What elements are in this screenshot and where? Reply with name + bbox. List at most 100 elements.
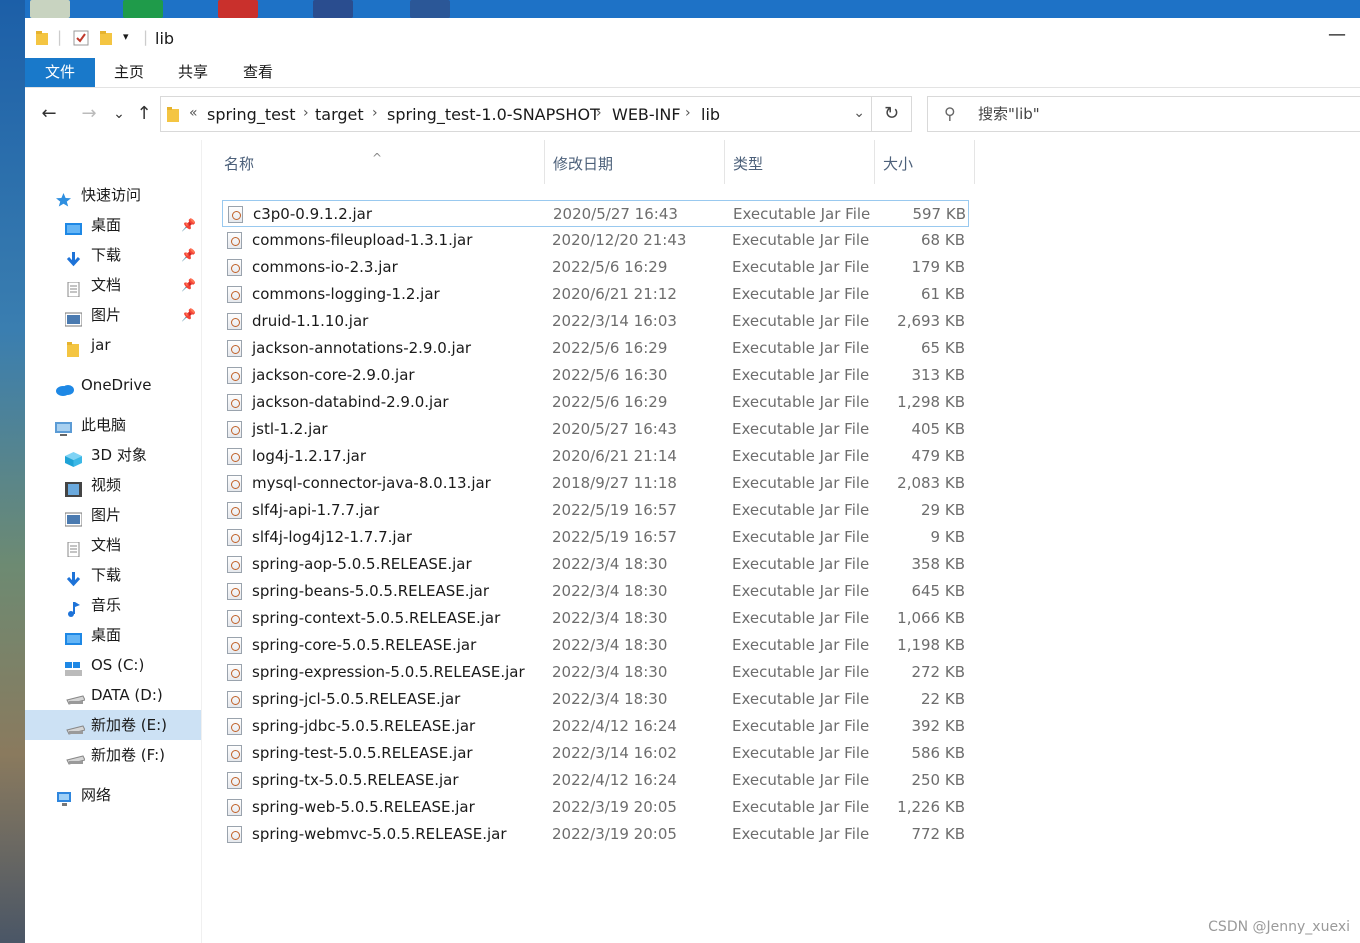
sidebar-item[interactable]: 快速访问 bbox=[25, 180, 201, 210]
sidebar-item[interactable]: 下载 📌 bbox=[25, 240, 201, 270]
sidebar-item[interactable]: OneDrive bbox=[25, 370, 201, 400]
jar-file-icon bbox=[227, 610, 242, 627]
breadcrumb-item[interactable]: spring_test bbox=[207, 105, 296, 124]
picture-icon bbox=[64, 507, 83, 527]
breadcrumb-chevron-icon[interactable]: › bbox=[685, 105, 691, 121]
pin-icon[interactable]: 📌 bbox=[181, 210, 196, 240]
sidebar-item[interactable]: 音乐 bbox=[25, 590, 201, 620]
column-header-name[interactable]: 名称 ^ bbox=[202, 140, 545, 184]
breadcrumb-item[interactable]: spring_test-1.0-SNAPSHOT bbox=[387, 105, 600, 124]
file-row[interactable]: jackson-databind-2.9.0.jar 2022/5/6 16:29… bbox=[222, 389, 969, 416]
pin-icon[interactable]: 📌 bbox=[181, 270, 196, 300]
file-row[interactable]: spring-beans-5.0.5.RELEASE.jar 2022/3/4 1… bbox=[222, 578, 969, 605]
tab-home[interactable]: 主页 bbox=[109, 58, 149, 87]
breadcrumb-item[interactable]: target bbox=[315, 105, 364, 124]
recent-locations-button[interactable]: ⌄ bbox=[107, 102, 131, 126]
sidebar-item[interactable]: 文档 bbox=[25, 530, 201, 560]
search-box[interactable]: ⚲ bbox=[927, 96, 1360, 132]
file-row[interactable]: commons-io-2.3.jar 2022/5/6 16:29 Executab… bbox=[222, 254, 969, 281]
file-row[interactable]: jackson-annotations-2.9.0.jar 2022/5/6 16… bbox=[222, 335, 969, 362]
file-row[interactable]: spring-expression-5.0.5.RELEASE.jar 2022/… bbox=[222, 659, 969, 686]
file-row[interactable]: spring-jdbc-5.0.5.RELEASE.jar 2022/4/12 1… bbox=[222, 713, 969, 740]
file-date: 2022/3/4 18:30 bbox=[552, 636, 668, 654]
up-button[interactable]: ↑ bbox=[132, 102, 156, 126]
file-row[interactable]: c3p0-0.9.1.2.jar 2020/5/27 16:43 Executabl… bbox=[222, 200, 969, 227]
tab-file[interactable]: 文件 bbox=[25, 58, 95, 87]
sidebar-item[interactable]: 新加卷 (F:) bbox=[25, 740, 201, 770]
file-row[interactable]: spring-core-5.0.5.RELEASE.jar 2022/3/4 18… bbox=[222, 632, 969, 659]
file-row[interactable]: spring-webmvc-5.0.5.RELEASE.jar 2022/3/19… bbox=[222, 821, 969, 848]
minimize-button[interactable]: — bbox=[1314, 18, 1360, 58]
sidebar-item[interactable]: 图片 📌 bbox=[25, 300, 201, 330]
breadcrumb-chevron-icon[interactable]: › bbox=[372, 105, 378, 121]
file-type: Executable Jar File bbox=[732, 501, 870, 519]
sidebar-item[interactable]: DATA (D:) bbox=[25, 680, 201, 710]
file-name: jackson-annotations-2.9.0.jar bbox=[252, 339, 472, 357]
jar-file-icon bbox=[227, 772, 242, 789]
address-bar[interactable]: « spring_test › target › spring_test-1.0… bbox=[160, 96, 872, 132]
file-type: Executable Jar File bbox=[732, 258, 870, 276]
desktop-shortcut-icon[interactable] bbox=[313, 0, 353, 18]
file-row[interactable]: commons-logging-1.2.jar 2020/6/21 21:12 Ex… bbox=[222, 281, 969, 308]
file-row[interactable]: log4j-1.2.17.jar 2020/6/21 21:14 Executabl… bbox=[222, 443, 969, 470]
column-header-date[interactable]: 修改日期 bbox=[545, 140, 725, 184]
tab-share[interactable]: 共享 bbox=[173, 58, 213, 87]
sidebar-item[interactable]: 此电脑 bbox=[25, 410, 201, 440]
file-row[interactable]: druid-1.1.10.jar 2022/3/14 16:03 Executabl… bbox=[222, 308, 969, 335]
sidebar-item[interactable]: jar bbox=[25, 330, 201, 360]
new-folder-icon[interactable] bbox=[99, 30, 113, 46]
file-row[interactable]: jstl-1.2.jar 2020/5/27 16:43 Executable Ja… bbox=[222, 416, 969, 443]
sidebar-item[interactable]: 网络 bbox=[25, 780, 201, 810]
pin-icon[interactable]: 📌 bbox=[181, 300, 196, 330]
desktop-shortcut-icon[interactable] bbox=[218, 0, 258, 18]
forward-button[interactable]: → bbox=[77, 102, 101, 126]
file-row[interactable]: jackson-core-2.9.0.jar 2022/5/6 16:30 Exec… bbox=[222, 362, 969, 389]
search-input[interactable] bbox=[976, 104, 1340, 124]
file-row[interactable]: slf4j-api-1.7.7.jar 2022/5/19 16:57 Execut… bbox=[222, 497, 969, 524]
back-button[interactable]: ← bbox=[37, 102, 61, 126]
address-dropdown-icon[interactable]: ⌄ bbox=[853, 105, 865, 121]
sidebar-item[interactable]: 图片 bbox=[25, 500, 201, 530]
file-size: 1,066 KB bbox=[897, 609, 965, 627]
download-icon bbox=[65, 567, 82, 587]
column-header-type[interactable]: 类型 bbox=[725, 140, 875, 184]
jar-file-icon bbox=[227, 718, 242, 735]
file-row[interactable]: spring-test-5.0.5.RELEASE.jar 2022/3/14 1… bbox=[222, 740, 969, 767]
sidebar-item[interactable]: 视频 bbox=[25, 470, 201, 500]
file-row[interactable]: spring-web-5.0.5.RELEASE.jar 2022/3/19 20… bbox=[222, 794, 969, 821]
desktop-shortcut-icon[interactable] bbox=[123, 0, 163, 18]
file-row[interactable]: spring-aop-5.0.5.RELEASE.jar 2022/3/4 18:… bbox=[222, 551, 969, 578]
customize-toolbar-icon[interactable]: ▾ bbox=[123, 30, 129, 43]
file-row[interactable]: slf4j-log4j12-1.7.7.jar 2022/5/19 16:57 Ex… bbox=[222, 524, 969, 551]
file-row[interactable]: spring-context-5.0.5.RELEASE.jar 2022/3/4… bbox=[222, 605, 969, 632]
file-row[interactable]: spring-jcl-5.0.5.RELEASE.jar 2022/3/4 18:… bbox=[222, 686, 969, 713]
file-type: Executable Jar File bbox=[732, 231, 870, 249]
file-date: 2022/3/19 20:05 bbox=[552, 798, 677, 816]
file-row[interactable]: mysql-connector-java-8.0.13.jar 2018/9/27… bbox=[222, 470, 969, 497]
file-size: 22 KB bbox=[921, 690, 965, 708]
sidebar-item[interactable]: OS (C:) bbox=[25, 650, 201, 680]
file-date: 2022/5/19 16:57 bbox=[552, 501, 677, 519]
properties-icon[interactable] bbox=[73, 30, 89, 46]
breadcrumb-chevron-icon[interactable]: › bbox=[303, 105, 309, 121]
refresh-button[interactable]: ↻ bbox=[872, 96, 912, 132]
sidebar-item[interactable]: 新加卷 (E:) bbox=[25, 710, 201, 740]
breadcrumb-overflow[interactable]: « bbox=[189, 105, 198, 121]
column-header-size[interactable]: 大小 bbox=[875, 140, 975, 184]
breadcrumb-item-current[interactable]: lib bbox=[701, 105, 720, 124]
sidebar-item[interactable]: 文档 📌 bbox=[25, 270, 201, 300]
sidebar-item[interactable]: 下载 bbox=[25, 560, 201, 590]
sidebar-item[interactable]: 桌面 📌 bbox=[25, 210, 201, 240]
file-row[interactable]: spring-tx-5.0.5.RELEASE.jar 2022/4/12 16:… bbox=[222, 767, 969, 794]
desktop-shortcut-icon[interactable] bbox=[30, 0, 70, 18]
sidebar-item[interactable]: 3D 对象 bbox=[25, 440, 201, 470]
sidebar-item[interactable]: 桌面 bbox=[25, 620, 201, 650]
word-shortcut-icon[interactable] bbox=[410, 0, 450, 18]
breadcrumb-chevron-icon[interactable]: › bbox=[596, 105, 602, 121]
tab-view[interactable]: 查看 bbox=[238, 58, 278, 87]
window-title: lib bbox=[155, 29, 175, 48]
pin-icon[interactable]: 📌 bbox=[181, 240, 196, 270]
file-row[interactable]: commons-fileupload-1.3.1.jar 2020/12/20 2… bbox=[222, 227, 969, 254]
breadcrumb-item[interactable]: WEB-INF bbox=[612, 105, 681, 124]
file-type: Executable Jar File bbox=[732, 690, 870, 708]
